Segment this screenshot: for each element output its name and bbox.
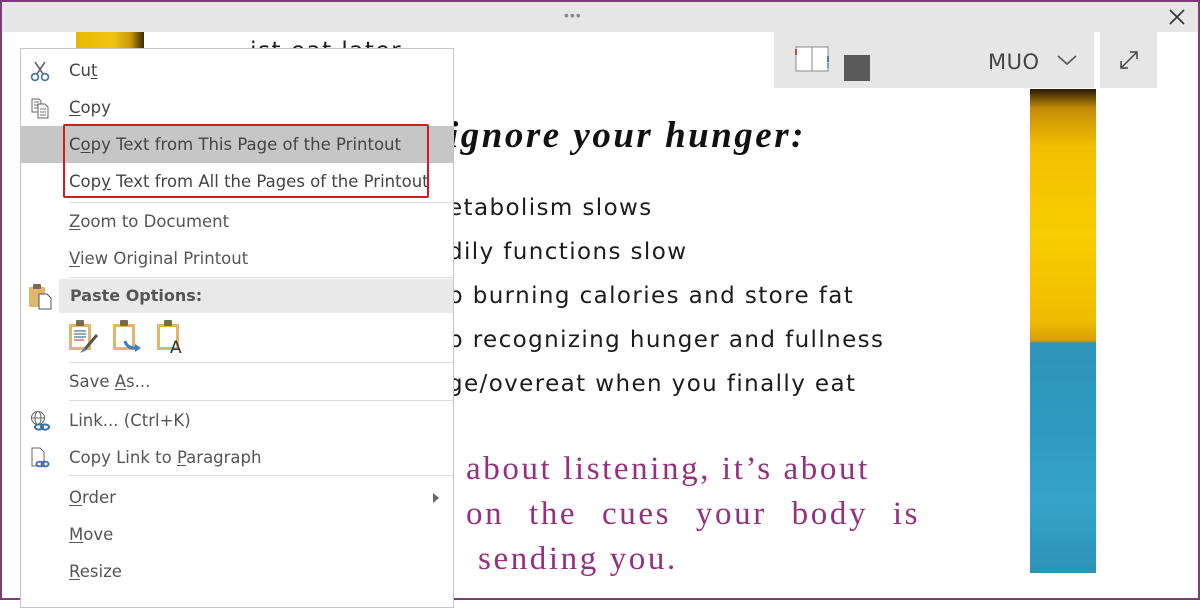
notebooks-button[interactable]	[794, 46, 830, 72]
menu-separator	[69, 277, 453, 278]
menu-item-label: Link... (Ctrl+K)	[69, 411, 191, 430]
paste-keep-formatting-icon	[69, 320, 99, 353]
chevron-down-icon	[1057, 55, 1077, 66]
notebook-icon	[795, 46, 829, 72]
paste-keep-text-only-button[interactable]: A	[155, 319, 189, 358]
menu-separator	[69, 400, 453, 401]
menu-item-copy[interactable]: Copy	[21, 89, 453, 126]
close-button[interactable]	[1166, 6, 1188, 28]
menu-item-link[interactable]: Link... (Ctrl+K)	[21, 402, 453, 439]
quote-line: sending you.	[478, 541, 678, 577]
copy-icon	[31, 98, 49, 119]
menu-item-label: Order	[69, 488, 116, 507]
paste-merge-formatting-icon	[113, 320, 141, 352]
section-color-button[interactable]	[844, 55, 870, 81]
menu-item-label: Copy Text from This Page of the Printout	[69, 135, 401, 154]
quote-line: about listening, it’s about	[466, 451, 870, 487]
menu-item-copy-link-to-paragraph[interactable]: Copy Link to Paragraph	[21, 439, 453, 476]
link-paragraph-icon	[31, 447, 50, 468]
paste-options-header: Paste Options:	[59, 279, 453, 313]
menu-item-resize[interactable]: Resize	[21, 553, 453, 590]
menu-item-label: Move	[69, 525, 114, 544]
paste-merge-formatting-button[interactable]	[111, 319, 145, 355]
bullet-item: dily functions slow	[448, 239, 688, 265]
bullet-list: etabolism slows dily functions slow p bu…	[448, 190, 884, 410]
drag-handle[interactable]: •••	[564, 8, 582, 22]
svg-text:A: A	[170, 338, 182, 355]
menu-item-label: Copy	[69, 98, 111, 117]
close-icon	[1169, 9, 1185, 25]
menu-item-label: View Original Printout	[69, 249, 249, 268]
fruit-image-right	[1030, 89, 1096, 573]
notebook-name[interactable]: MUO	[988, 50, 1040, 74]
link-globe-icon	[31, 411, 50, 431]
menu-item-label: Cut	[69, 61, 98, 80]
fruit-image-top	[76, 32, 144, 48]
menu-item-copy-text-all-pages[interactable]: Copy Text from All the Pages of the Prin…	[21, 163, 453, 200]
notebook-bar: MUO	[774, 32, 1094, 88]
menu-item-zoom-to-document[interactable]: Zoom to Document	[21, 203, 453, 240]
context-menu: Cut Copy Copy Text from This Page of the…	[20, 48, 454, 608]
paste-options-label: Paste Options:	[70, 286, 203, 305]
menu-item-label: Copy Link to Paragraph	[69, 448, 262, 467]
menu-item-save-as[interactable]: Save As...	[21, 363, 453, 400]
bullet-item: ge/overeat when you finally eat	[448, 371, 857, 397]
paste-text-only-icon: A	[157, 320, 182, 358]
paste-icon	[29, 284, 52, 310]
quote-text: about listening, it’s about on the cues …	[466, 447, 926, 582]
menu-item-copy-text-this-page[interactable]: Copy Text from This Page of the Printout	[21, 126, 453, 163]
menu-item-view-original-printout[interactable]: View Original Printout	[21, 240, 453, 277]
menu-item-cut[interactable]: Cut	[21, 52, 453, 89]
notebook-dropdown-button[interactable]	[1056, 52, 1078, 68]
menu-separator	[69, 475, 453, 476]
menu-item-label: Save As...	[69, 372, 151, 391]
menu-item-move[interactable]: Move	[21, 516, 453, 553]
quote-line: on the cues your body is	[466, 496, 921, 532]
menu-item-order[interactable]: Order	[21, 479, 453, 516]
bullet-item: p recognizing hunger and fullness	[448, 327, 885, 353]
menu-item-label: Copy Text from All the Pages of the Prin…	[69, 172, 429, 191]
menu-item-label: Resize	[69, 562, 122, 581]
document-heading: ignore your hunger:	[448, 115, 806, 156]
paste-keep-source-formatting-button[interactable]	[67, 319, 101, 355]
bullet-item: etabolism slows	[448, 195, 653, 221]
menu-item-label: Zoom to Document	[69, 212, 230, 231]
bullet-item: p burning calories and store fat	[448, 283, 855, 309]
scissors-icon	[30, 61, 50, 82]
expand-icon	[1120, 51, 1138, 69]
submenu-arrow-icon	[433, 493, 439, 503]
title-bar[interactable]: •••	[2, 2, 1198, 32]
full-page-view-button[interactable]	[1100, 32, 1157, 88]
